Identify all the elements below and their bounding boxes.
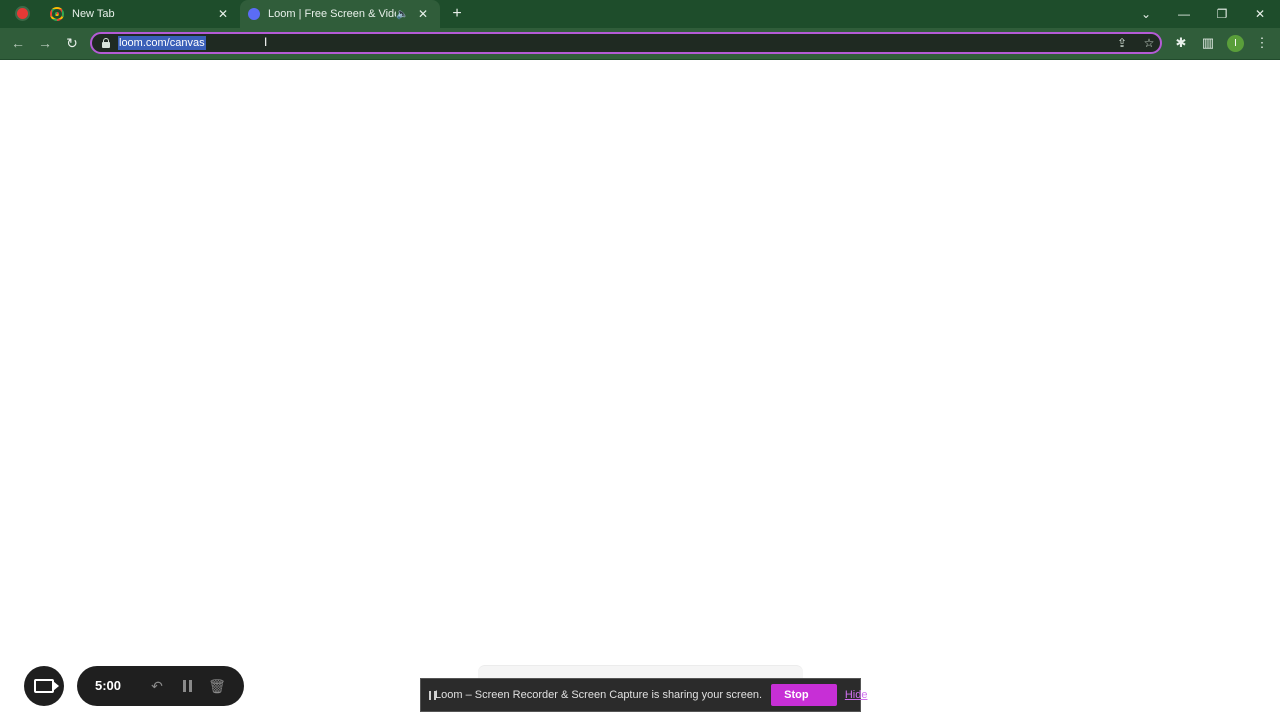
- recording-timer: 5:00: [95, 678, 122, 693]
- chrome-icon: [50, 7, 64, 21]
- trash-icon[interactable]: 🗑: [207, 676, 227, 696]
- menu-icon[interactable]: ⋮: [1252, 33, 1272, 53]
- stop-sharing-button[interactable]: Stop sharing: [771, 684, 837, 723]
- hide-link[interactable]: Hide: [845, 689, 868, 701]
- address-bar[interactable]: loom.com/canvas I ⇪ ☆: [90, 32, 1162, 54]
- new-tab-button[interactable]: +: [448, 4, 466, 24]
- address-input[interactable]: loom.com/canvas: [118, 36, 206, 50]
- minimize-button[interactable]: —: [1174, 4, 1194, 24]
- tab-loom[interactable]: Loom | Free Screen & Video 🔈 ✕: [240, 0, 440, 28]
- side-panel-icon[interactable]: ▥: [1198, 33, 1218, 53]
- recording-indicator-icon: [17, 8, 28, 19]
- lock-icon[interactable]: [102, 38, 110, 48]
- restore-button[interactable]: ❐: [1212, 4, 1232, 24]
- close-icon[interactable]: ✕: [216, 7, 230, 21]
- tab-strip: New Tab ✕ Loom | Free Screen & Video 🔈 ✕…: [0, 0, 1280, 28]
- text-cursor-icon: I: [264, 35, 268, 49]
- speaker-icon[interactable]: 🔈: [396, 9, 410, 20]
- bookmark-star-icon[interactable]: ☆: [1141, 35, 1157, 51]
- close-icon[interactable]: ✕: [416, 7, 430, 21]
- reload-button[interactable]: ↻: [62, 33, 82, 53]
- loom-icon: [248, 8, 260, 20]
- screen-sharing-bar: Loom – Screen Recorder & Screen Capture …: [420, 678, 867, 723]
- extensions-icon[interactable]: ✱: [1171, 33, 1191, 53]
- window-close-button[interactable]: ✕: [1250, 4, 1270, 24]
- pause-icon[interactable]: [183, 680, 193, 692]
- forward-button[interactable]: →: [35, 33, 55, 53]
- sharing-message: Loom – Screen Recorder & Screen Capture …: [435, 689, 763, 701]
- tab-title: New Tab: [72, 8, 115, 20]
- browser-toolbar: ← → ↻ loom.com/canvas I ⇪ ☆ ✱ ▥ I ⋮: [0, 28, 1280, 60]
- recording-controls: 5:00 ↶ 🗑: [77, 666, 244, 706]
- camera-toggle-button[interactable]: [24, 666, 64, 706]
- back-button[interactable]: ←: [8, 33, 28, 53]
- video-camera-icon: [34, 679, 54, 693]
- tab-title: Loom | Free Screen & Video: [268, 8, 396, 20]
- undo-icon[interactable]: ↶: [147, 676, 167, 696]
- share-icon[interactable]: ⇪: [1114, 35, 1130, 51]
- tab-search-icon[interactable]: ⌄: [1136, 4, 1156, 24]
- profile-avatar[interactable]: I: [1227, 35, 1244, 52]
- tab-new-tab[interactable]: New Tab ✕: [40, 0, 240, 28]
